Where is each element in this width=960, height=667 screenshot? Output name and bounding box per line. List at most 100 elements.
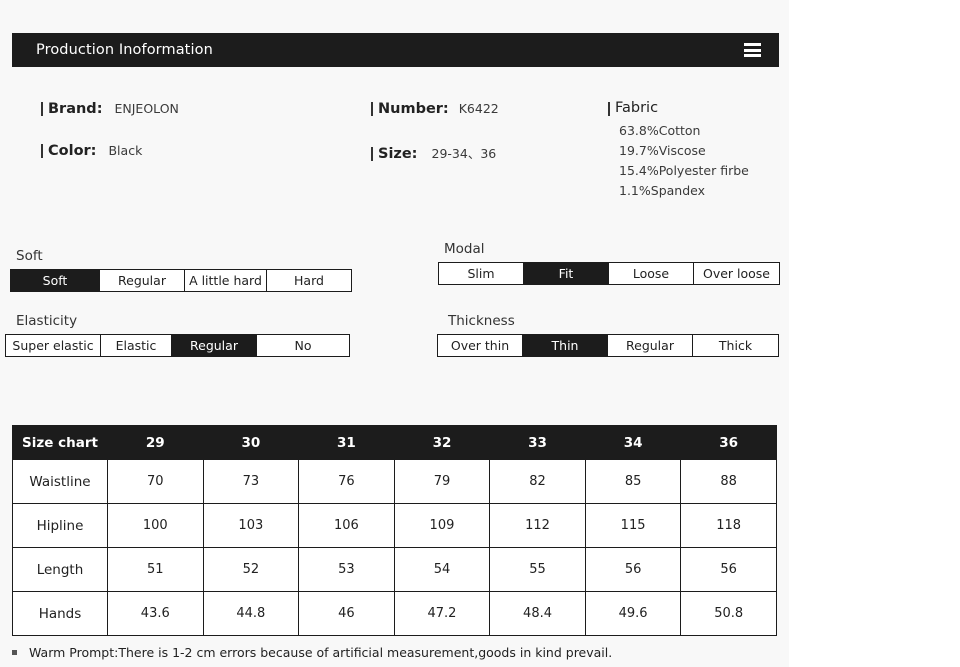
table-cell: 115 xyxy=(584,503,682,548)
option-group-modal-label: Modal xyxy=(444,241,485,257)
table-cell: 88 xyxy=(680,459,777,504)
column-header-32: 32 xyxy=(393,425,491,460)
option-thickness-over-thin[interactable]: Over thin xyxy=(438,335,523,356)
table-row: Hipline 100 103 106 109 112 115 118 xyxy=(12,503,777,548)
option-elasticity-regular[interactable]: Regular xyxy=(172,335,257,356)
table-cell: 73 xyxy=(202,459,300,504)
brand-value: ENJEOLON xyxy=(114,101,179,116)
table-cell: 118 xyxy=(680,503,777,548)
option-elasticity-elastic[interactable]: Elastic xyxy=(101,335,172,356)
number-label: Number: xyxy=(371,101,449,117)
brand-label: Brand: xyxy=(41,101,103,117)
row-header-hands: Hands xyxy=(12,591,108,636)
size-value: 29-34、36 xyxy=(431,146,497,161)
option-modal-over-loose[interactable]: Over loose xyxy=(694,263,779,284)
spec-row-brand: Brand: ENJEOLON xyxy=(41,101,361,117)
hamburger-line xyxy=(744,48,761,52)
option-soft-regular[interactable]: Regular xyxy=(100,270,185,291)
size-chart-table: Size chart 29 30 31 32 33 34 36 Waistlin… xyxy=(12,425,777,636)
option-group-modal: Modal Slim Fit Loose Over loose xyxy=(438,241,780,285)
table-cell: 48.4 xyxy=(489,591,586,636)
option-soft-a-little-hard[interactable]: A little hard xyxy=(185,270,267,291)
spec-row-number: Number: K6422 xyxy=(371,101,591,117)
table-cell: 109 xyxy=(393,503,491,548)
spec-info-section: Brand: ENJEOLON Color: Black Number: K64… xyxy=(0,95,789,215)
option-group-soft-label: Soft xyxy=(16,248,43,264)
table-row: Length 51 52 53 54 55 56 56 xyxy=(12,547,777,592)
table-cell: 100 xyxy=(107,503,204,548)
option-thickness-thin[interactable]: Thin xyxy=(523,335,608,356)
table-header-row: Size chart 29 30 31 32 33 34 36 xyxy=(12,425,777,460)
option-thickness-regular[interactable]: Regular xyxy=(608,335,693,356)
table-cell: 76 xyxy=(298,459,395,504)
option-row-elasticity: Super elastic Elastic Regular No xyxy=(5,334,350,357)
table-cell: 106 xyxy=(298,503,395,548)
row-header-waistline: Waistline xyxy=(12,459,108,504)
column-header-size-chart: Size chart xyxy=(12,425,108,460)
spec-column-middle: Number: K6422 Size: 29-34、36 xyxy=(371,95,591,162)
column-header-34: 34 xyxy=(584,425,682,460)
table-row: Waistline 70 73 76 79 82 85 88 xyxy=(12,459,777,504)
option-thickness-thick[interactable]: Thick xyxy=(693,335,778,356)
title-bar: Production Inoformation xyxy=(12,33,779,67)
warm-prompt-text: Warm Prompt:There is 1-2 cm errors becau… xyxy=(29,645,613,660)
hamburger-line xyxy=(744,54,761,57)
table-cell: 53 xyxy=(298,547,395,592)
fabric-label: Fabric xyxy=(608,100,788,116)
option-row-soft: Soft Regular A little hard Hard xyxy=(10,269,352,292)
option-soft-hard[interactable]: Hard xyxy=(267,270,351,291)
spec-row-color: Color: Black xyxy=(41,143,361,159)
hamburger-line xyxy=(744,43,761,46)
option-group-soft: Soft Soft Regular A little hard Hard xyxy=(10,248,352,292)
table-cell: 103 xyxy=(202,503,300,548)
option-soft-soft[interactable]: Soft xyxy=(11,270,100,291)
fabric-item: 1.1%Spandex xyxy=(619,183,706,198)
hamburger-menu-icon[interactable] xyxy=(744,43,761,57)
product-information-page: Production Inoformation Brand: ENJEOLON … xyxy=(0,0,960,667)
table-cell: 52 xyxy=(202,547,300,592)
table-cell: 55 xyxy=(489,547,586,592)
option-elasticity-no[interactable]: No xyxy=(257,335,349,356)
number-value: K6422 xyxy=(458,101,499,116)
table-cell: 50.8 xyxy=(680,591,777,636)
page-title: Production Inoformation xyxy=(36,42,213,58)
option-group-elasticity: Elasticity Super elastic Elastic Regular… xyxy=(5,313,350,357)
column-header-31: 31 xyxy=(298,425,395,460)
column-header-36: 36 xyxy=(680,425,777,460)
option-modal-slim[interactable]: Slim xyxy=(439,263,524,284)
size-label: Size: xyxy=(371,146,418,162)
color-label: Color: xyxy=(41,143,96,159)
table-cell: 56 xyxy=(584,547,682,592)
option-row-thickness: Over thin Thin Regular Thick xyxy=(437,334,779,357)
warm-prompt: Warm Prompt:There is 1-2 cm errors becau… xyxy=(12,645,612,660)
fabric-item: 63.8%Cotton xyxy=(619,123,701,138)
table-cell: 43.6 xyxy=(107,591,204,636)
fabric-composition-list: 63.8%Cotton 19.7%Viscose 15.4%Polyester … xyxy=(619,121,788,201)
column-header-33: 33 xyxy=(489,425,586,460)
spec-column-left: Brand: ENJEOLON Color: Black xyxy=(41,95,361,159)
column-header-30: 30 xyxy=(202,425,300,460)
option-group-thickness-label: Thickness xyxy=(448,313,515,329)
table-cell: 70 xyxy=(107,459,204,504)
table-cell: 44.8 xyxy=(202,591,300,636)
option-modal-loose[interactable]: Loose xyxy=(609,263,694,284)
table-cell: 54 xyxy=(393,547,491,592)
table-cell: 51 xyxy=(107,547,204,592)
fabric-item: 19.7%Viscose xyxy=(619,143,706,158)
option-row-modal: Slim Fit Loose Over loose xyxy=(438,262,780,285)
option-elasticity-super-elastic[interactable]: Super elastic xyxy=(6,335,101,356)
table-cell: 82 xyxy=(489,459,586,504)
row-header-hipline: Hipline xyxy=(12,503,108,548)
table-cell: 79 xyxy=(393,459,491,504)
spec-row-size: Size: 29-34、36 xyxy=(371,143,591,162)
table-cell: 56 xyxy=(680,547,777,592)
color-value: Black xyxy=(108,143,143,158)
table-row: Hands 43.6 44.8 46 47.2 48.4 49.6 50.8 xyxy=(12,591,777,636)
option-modal-fit[interactable]: Fit xyxy=(524,263,609,284)
table-cell: 85 xyxy=(584,459,682,504)
table-cell: 49.6 xyxy=(584,591,682,636)
table-cell: 47.2 xyxy=(393,591,491,636)
option-group-thickness: Thickness Over thin Thin Regular Thick xyxy=(437,313,779,357)
table-cell: 112 xyxy=(489,503,586,548)
option-group-elasticity-label: Elasticity xyxy=(16,313,78,329)
